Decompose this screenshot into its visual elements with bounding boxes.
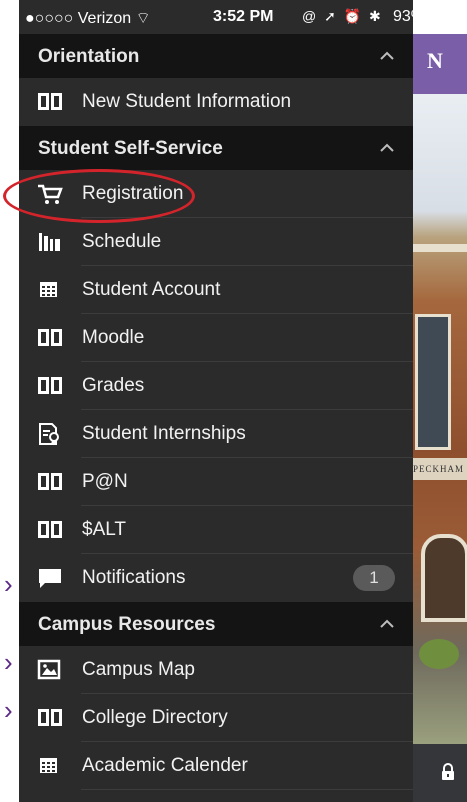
menu-item-notifications[interactable]: Notifications 1 xyxy=(19,554,413,602)
building-trim xyxy=(413,244,467,252)
lock-icon[interactable] xyxy=(441,763,455,781)
menu-item-academic-calender[interactable]: Academic Calender xyxy=(19,742,413,790)
background-app-panel: N PECKHAM xyxy=(413,0,467,802)
menu-item-label: Academic Calender xyxy=(82,755,248,776)
menu-item-label: Campus Map xyxy=(82,659,195,680)
menu-item-label: Notifications xyxy=(82,567,186,588)
menu-item-label: P@N xyxy=(82,471,128,492)
app-header-peek: N xyxy=(413,34,467,94)
menu-item-salt[interactable]: $ALT xyxy=(19,506,413,554)
chevron-up-icon xyxy=(380,51,394,60)
registration-highlight-circle xyxy=(3,169,195,223)
carrier-label: ●○○○○ Verizon ⌔ xyxy=(25,10,151,27)
status-time: 3:52 PM xyxy=(213,8,274,25)
menu-item-new-student-information[interactable]: New Student Information xyxy=(19,78,413,126)
menu-item-student-internships[interactable]: Student Internships xyxy=(19,410,413,458)
building-doorway xyxy=(421,534,467,622)
books-icon xyxy=(39,233,60,251)
book-icon xyxy=(38,473,62,490)
section-title: Campus Resources xyxy=(38,614,216,635)
section-header-orientation[interactable]: Orientation xyxy=(19,34,413,78)
campus-building-photo: PECKHAM xyxy=(413,94,467,744)
chevron-up-icon xyxy=(380,143,394,152)
battery-percent: 93% xyxy=(393,8,413,25)
section-title: Orientation xyxy=(38,46,140,67)
menu-item-label: $ALT xyxy=(82,519,127,540)
background-mark: › xyxy=(4,695,13,725)
section-title: Student Self-Service xyxy=(38,138,223,159)
grid-icon xyxy=(40,282,57,297)
left-background-strip: › › › xyxy=(0,0,19,802)
menu-item-campus-map[interactable]: Campus Map xyxy=(19,646,413,694)
notification-count-badge: 1 xyxy=(353,565,395,591)
menu-item-partial[interactable] xyxy=(19,790,413,802)
book-icon xyxy=(38,377,62,394)
menu-item-label: Student Internships xyxy=(82,423,246,444)
map-icon xyxy=(37,659,61,680)
book-icon xyxy=(38,521,62,538)
background-mark: › xyxy=(4,569,13,599)
menu-item-label: Student Account xyxy=(82,279,221,300)
menu-item-label: New Student Information xyxy=(82,91,292,112)
section-header-campus-resources[interactable]: Campus Resources xyxy=(19,602,413,646)
building-sign: PECKHAM xyxy=(413,458,467,480)
status-bar: ●○○○○ Verizon ⌔ 3:52 PM @ ➚ ⏰ ✱ 93% xyxy=(19,0,413,34)
book-icon xyxy=(38,329,62,346)
status-icons: @ ➚ ⏰ ✱ xyxy=(302,8,383,24)
book-icon xyxy=(38,93,62,110)
shrub xyxy=(419,639,459,669)
chevron-up-icon xyxy=(380,619,394,628)
building-window xyxy=(415,314,451,450)
grid-icon xyxy=(40,758,57,773)
menu-item-college-directory[interactable]: College Directory xyxy=(19,694,413,742)
menu-item-label: Grades xyxy=(82,375,145,396)
chat-icon xyxy=(39,569,61,588)
menu-item-grades[interactable]: Grades xyxy=(19,362,413,410)
side-menu: ●○○○○ Verizon ⌔ 3:52 PM @ ➚ ⏰ ✱ 93% Orie… xyxy=(19,0,413,802)
menu-item-pan[interactable]: P@N xyxy=(19,458,413,506)
logo-letter: N xyxy=(427,48,443,73)
background-mark: › xyxy=(4,647,13,677)
menu-item-label: Schedule xyxy=(82,231,162,252)
section-header-student-self-service[interactable]: Student Self-Service xyxy=(19,126,413,170)
bottom-toolbar-peek xyxy=(413,744,467,802)
certificate-icon xyxy=(39,423,59,445)
menu-item-moodle[interactable]: Moodle xyxy=(19,314,413,362)
book-icon xyxy=(38,709,62,726)
menu-item-label: Moodle xyxy=(82,327,145,348)
menu-item-student-account[interactable]: Student Account xyxy=(19,266,413,314)
menu-item-label: College Directory xyxy=(82,707,228,728)
menu-item-schedule[interactable]: Schedule xyxy=(19,218,413,266)
